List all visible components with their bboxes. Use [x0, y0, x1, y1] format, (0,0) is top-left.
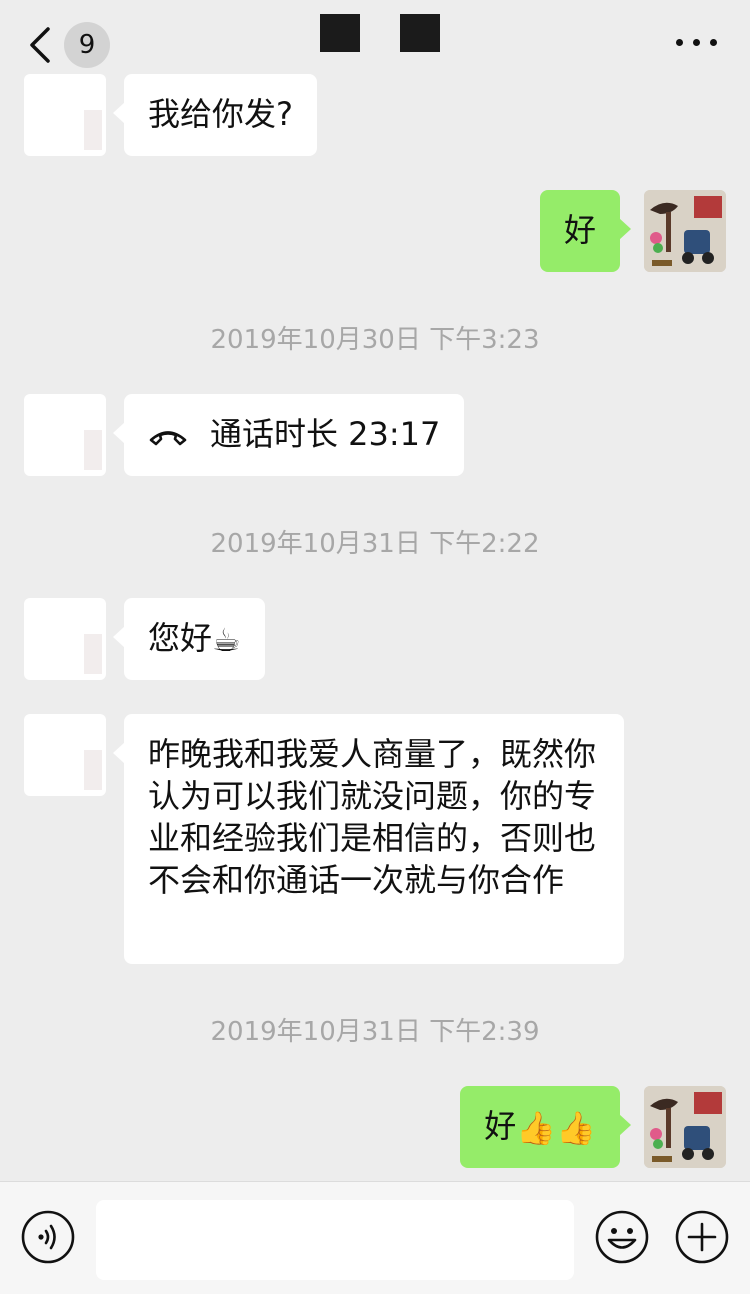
message-timestamp: 2019年10月31日 下午2:22 [210, 529, 540, 559]
message-bubble-incoming[interactable]: 您好☕ [113, 598, 265, 680]
thumbs-up-emoji-icon: 👍👍 [516, 1109, 596, 1147]
unread-count-badge: 9 [64, 22, 110, 68]
back-button[interactable]: 9 [28, 22, 118, 68]
contact-avatar[interactable] [24, 394, 106, 476]
message-text: 您好 [148, 619, 213, 657]
chat-header: 9 [0, 0, 750, 86]
contact-avatar[interactable] [24, 74, 106, 156]
voice-icon [21, 1210, 75, 1264]
plus-circle-icon [675, 1210, 729, 1264]
avatar-image [644, 190, 726, 272]
phone-hangup-icon [148, 415, 188, 457]
contact-avatar[interactable] [24, 598, 106, 680]
message-text: 我给你发? [148, 95, 293, 133]
chevron-left-icon [30, 27, 50, 63]
message-timestamp: 2019年10月30日 下午3:23 [210, 325, 540, 355]
more-functions-button[interactable] [674, 1209, 730, 1265]
coffee-emoji-icon: ☕ [212, 621, 241, 659]
message-bubble-incoming[interactable]: 我给你发? [113, 74, 317, 156]
call-duration-text: 通话时长 23:17 [210, 415, 441, 453]
more-dot [710, 39, 717, 46]
message-text: 昨晚我和我爱人商量了，既然你认为可以我们就没问题，你的专业和经验我们是相信的，否… [148, 735, 597, 899]
voice-input-button[interactable] [20, 1209, 76, 1265]
more-options-button[interactable] [672, 22, 722, 62]
message-bubble-outgoing[interactable]: 好 [539, 190, 632, 272]
more-dot [693, 39, 700, 46]
input-bar [0, 1181, 750, 1294]
more-horizontal-icon [676, 39, 683, 46]
message-input[interactable] [96, 1200, 574, 1280]
my-avatar[interactable] [644, 190, 726, 272]
contact-avatar[interactable] [24, 714, 106, 796]
emoji-button[interactable] [594, 1209, 650, 1265]
redaction-block [320, 14, 360, 52]
call-record-bubble[interactable]: 通话时长 23:17 [112, 394, 465, 476]
message-bubble-outgoing[interactable]: 好👍👍 [460, 1086, 631, 1168]
my-avatar[interactable] [644, 1086, 726, 1168]
message-timestamp: 2019年10月31日 下午2:39 [210, 1017, 540, 1047]
message-text: 好 [563, 211, 596, 249]
emoji-face-icon [595, 1210, 649, 1264]
redaction-block [400, 14, 440, 52]
avatar-image [644, 1086, 726, 1168]
message-text: 好 [484, 1107, 517, 1145]
message-bubble-incoming[interactable]: 昨晚我和我爱人商量了，既然你认为可以我们就没问题，你的专业和经验我们是相信的，否… [113, 714, 624, 964]
chat-title-redacted [320, 14, 450, 54]
